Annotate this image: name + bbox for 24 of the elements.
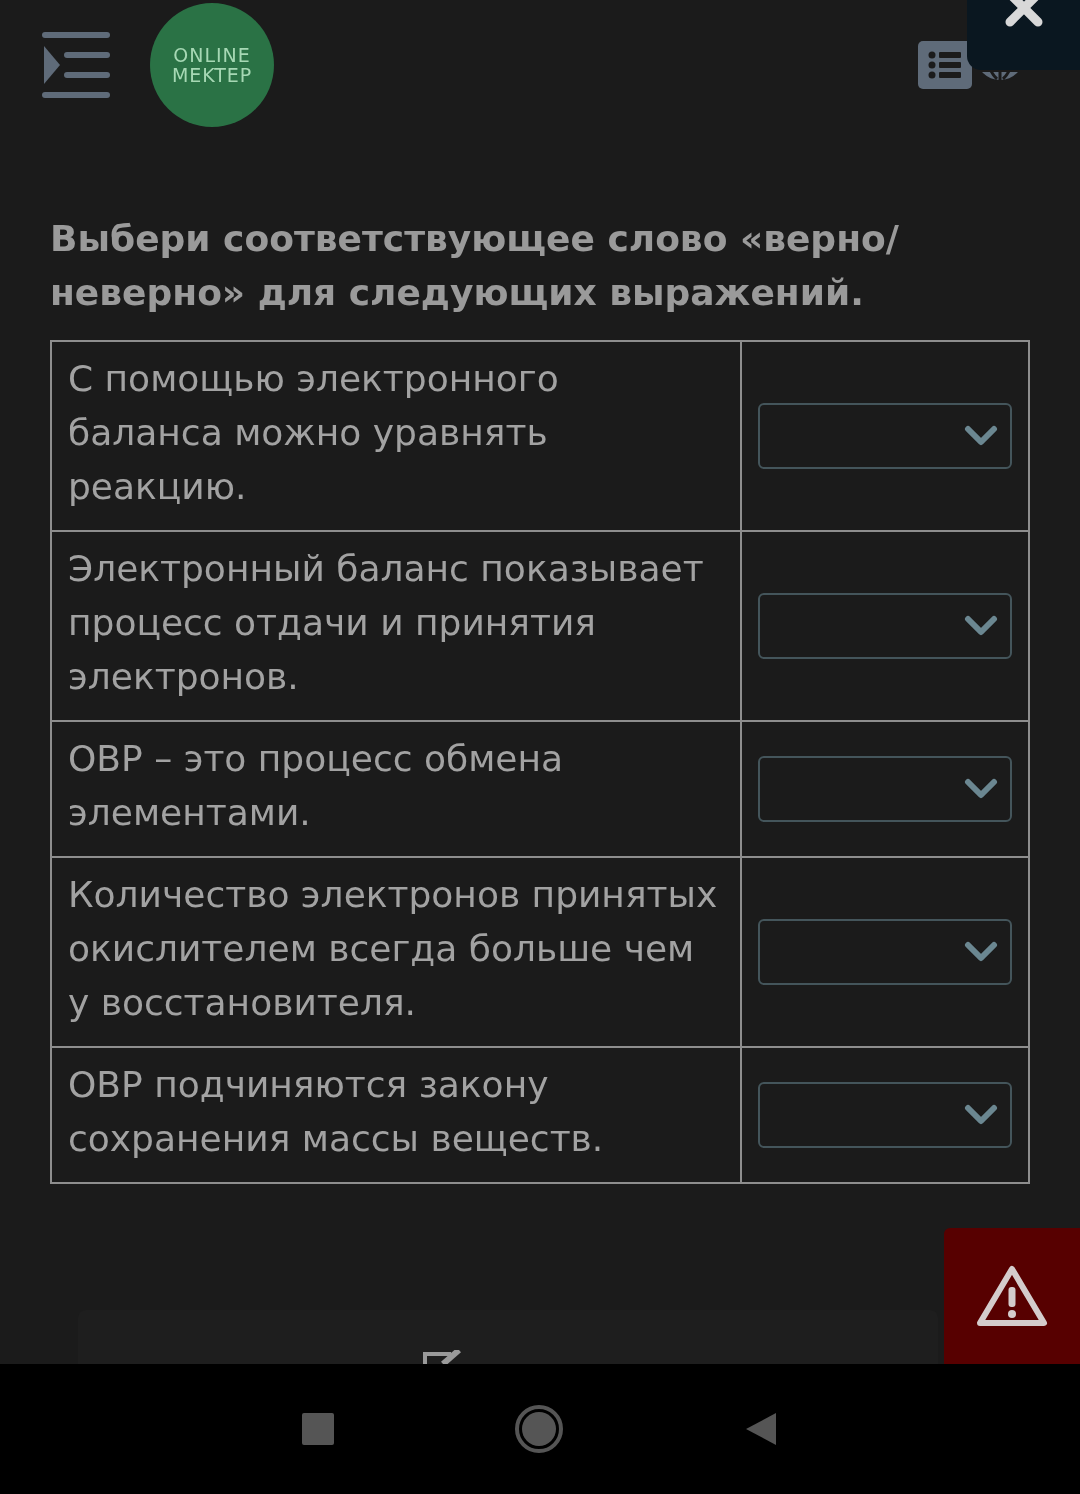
question-text: Выбери соответствующее слово «верно/ неверно» для следующих выражений. — [50, 217, 900, 315]
statement-text: Электронный баланс показывает процесс отдачи и принятия электронов. — [68, 547, 705, 699]
statement-text: ОВР подчиняются закону сохранения массы веществ. — [68, 1063, 605, 1161]
chevron-down-icon — [964, 425, 998, 447]
menu-icon[interactable] — [42, 32, 110, 98]
statement-text: ОВР – это процесс обмена элементами. — [68, 737, 565, 835]
home-icon[interactable] — [514, 1404, 564, 1454]
close-button[interactable] — [967, 0, 1080, 70]
chevron-down-icon — [964, 778, 998, 800]
chevron-down-icon — [964, 1104, 998, 1126]
statement-text: С помощью электронного баланса можно уравнять реакцию. — [68, 357, 560, 509]
warning-icon — [976, 1265, 1048, 1327]
answer-dropdown[interactable] — [758, 756, 1012, 822]
back-icon[interactable] — [744, 1411, 778, 1447]
statement-text: Количество электронов принятых окислителем всегда больше чем у восстановителя. — [68, 873, 719, 1025]
answer-dropdown[interactable] — [758, 593, 1012, 659]
answer-dropdown[interactable] — [758, 919, 1012, 985]
chevron-down-icon — [964, 941, 998, 963]
report-button[interactable] — [944, 1228, 1080, 1364]
logo[interactable]: ONLINE MEKTEP — [150, 3, 274, 127]
list-icon[interactable] — [918, 41, 972, 89]
answer-dropdown[interactable] — [758, 1082, 1012, 1148]
chevron-down-icon — [964, 615, 998, 637]
answer-dropdown[interactable] — [758, 403, 1012, 469]
